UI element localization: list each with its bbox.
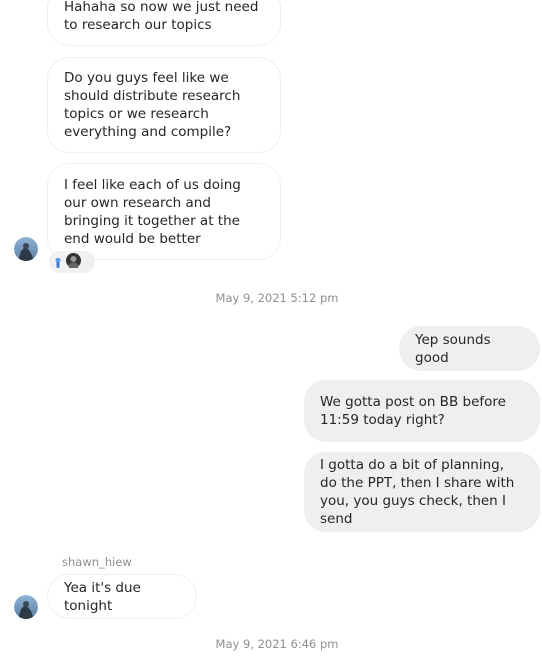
message-bubble-outgoing[interactable]: I gotta do a bit of planning, do the PPT… bbox=[304, 452, 540, 532]
message-text: I feel like each of us doing our own res… bbox=[64, 176, 241, 247]
message-bubble-incoming[interactable]: I feel like each of us doing our own res… bbox=[47, 163, 281, 260]
message-text: We gotta post on BB before 11:59 today r… bbox=[320, 394, 506, 428]
message-text: Do you guys feel like we should distribu… bbox=[64, 70, 241, 140]
message-timestamp: May 9, 2021 5:12 pm bbox=[215, 291, 339, 305]
message-text: Yep sounds good bbox=[415, 331, 491, 366]
message-bubble-incoming[interactable]: Hahaha so now we just need to research o… bbox=[47, 0, 281, 46]
message-text: I gotta do a bit of planning, do the PPT… bbox=[320, 457, 515, 527]
message-bubble-outgoing[interactable]: Yep sounds good bbox=[399, 326, 540, 371]
message-bubble-incoming[interactable]: Yea it's due tonight bbox=[47, 574, 197, 619]
message-reaction[interactable] bbox=[49, 251, 95, 273]
sender-name: shawn_hiew bbox=[62, 555, 132, 569]
avatar[interactable] bbox=[14, 595, 38, 619]
thumbs-up-icon bbox=[55, 253, 61, 272]
message-text: Hahaha so now we just need to research o… bbox=[64, 0, 259, 33]
avatar[interactable] bbox=[14, 237, 38, 261]
avatar-icon bbox=[66, 252, 81, 272]
message-bubble-outgoing[interactable]: We gotta post on BB before 11:59 today r… bbox=[304, 380, 540, 442]
message-timestamp: May 9, 2021 6:46 pm bbox=[215, 637, 339, 651]
message-text: Yea it's due tonight bbox=[64, 579, 141, 614]
message-bubble-incoming[interactable]: Do you guys feel like we should distribu… bbox=[47, 57, 281, 153]
